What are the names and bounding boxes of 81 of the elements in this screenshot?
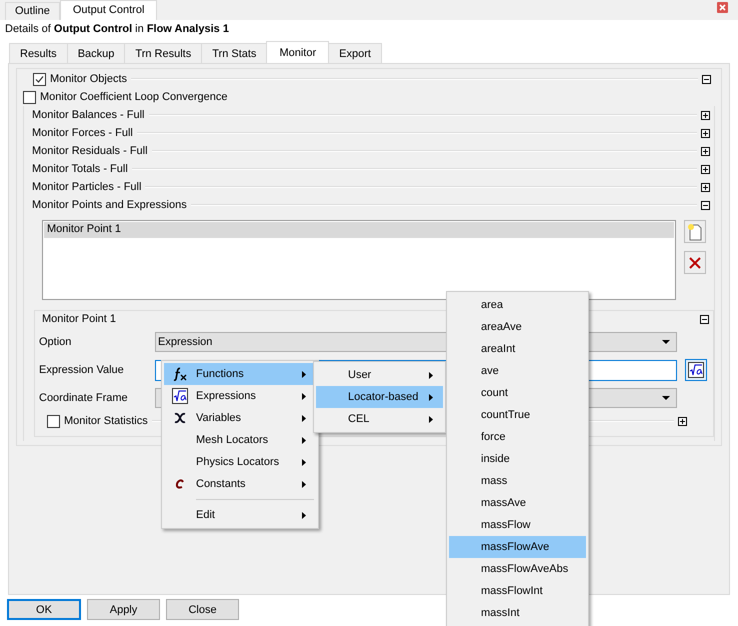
expand-icon[interactable]: [678, 416, 687, 426]
section-title: Monitor Particles - Full: [32, 181, 142, 193]
submenu-arrow-icon: [302, 512, 306, 518]
delete-icon: [688, 256, 702, 270]
menu-item[interactable]: Variables: [164, 407, 316, 429]
section-title: Monitor Balances - Full: [32, 109, 144, 121]
new-item-button[interactable]: [684, 220, 706, 243]
expand-icon[interactable]: [701, 182, 710, 192]
tab[interactable]: Results: [9, 43, 68, 63]
menu-item[interactable]: massFlowAve: [449, 536, 586, 558]
dialog-button[interactable]: Close: [166, 599, 239, 620]
tab[interactable]: Trn Stats: [201, 43, 268, 63]
submenu-arrow-icon: [302, 370, 306, 378]
submenu-arrow-icon: [429, 416, 433, 422]
constant-icon: [175, 479, 185, 489]
expression-icon: [172, 388, 188, 404]
delete-button[interactable]: [684, 251, 706, 274]
checkbox-label: Monitor Objects: [50, 73, 128, 85]
expand-icon[interactable]: [701, 128, 710, 138]
checkbox-label: Monitor Statistics: [64, 415, 148, 427]
expand-icon[interactable]: [701, 146, 710, 156]
collapse-icon[interactable]: [701, 200, 710, 210]
tab[interactable]: Outline: [5, 2, 60, 20]
menu-item[interactable]: ave: [449, 360, 586, 382]
submenu-arrow-icon: [302, 436, 306, 444]
checkbox[interactable]: [47, 414, 60, 428]
submenu-arrow-icon: [302, 458, 306, 466]
dropdown-arrow-icon: [662, 396, 670, 400]
field-label: Coordinate Frame: [39, 392, 129, 404]
collapse-icon[interactable]: [700, 314, 709, 324]
section-title: Monitor Points and Expressions: [32, 199, 187, 211]
tab[interactable]: Backup: [66, 43, 126, 63]
details-title: Details of Output Control in Flow Analysis 1: [4, 22, 230, 37]
tab[interactable]: Trn Results: [124, 43, 202, 63]
menu-item[interactable]: Physics Locators: [164, 451, 316, 473]
expression-editor-button[interactable]: [685, 359, 707, 381]
section-title: Monitor Forces - Full: [32, 127, 133, 139]
list-item[interactable]: Monitor Point 1: [44, 222, 674, 238]
variable-icon: [173, 412, 187, 424]
dialog-button[interactable]: OK: [7, 599, 81, 620]
menu-item[interactable]: massFlow: [449, 514, 586, 536]
dialog-button[interactable]: Apply: [87, 599, 160, 620]
section-title: Monitor Totals - Full: [32, 163, 128, 175]
menu-item[interactable]: Functions: [164, 363, 316, 385]
menu-item[interactable]: Mesh Locators: [164, 429, 316, 451]
menu-item[interactable]: massAve: [449, 492, 586, 514]
section-title: Monitor Residuals - Full: [32, 145, 148, 157]
menu-item[interactable]: massFlowAveAbs: [449, 558, 586, 580]
checkbox-label: Monitor Coefficient Loop Convergence: [40, 91, 228, 103]
field-label: Option: [39, 336, 72, 348]
checkbox[interactable]: [23, 90, 36, 104]
menu-item[interactable]: User: [316, 364, 443, 386]
submenu-arrow-icon: [302, 480, 306, 488]
submenu-arrow-icon: [302, 414, 306, 422]
tab[interactable]: Output Control: [60, 0, 158, 20]
menu-item[interactable]: force: [449, 426, 586, 448]
menu-item[interactable]: mass: [449, 470, 586, 492]
collapse-icon[interactable]: [702, 74, 711, 84]
menu-item[interactable]: area: [449, 294, 586, 316]
menu-item[interactable]: Constants: [164, 473, 316, 495]
menu-item[interactable]: CEL: [316, 408, 443, 430]
menu-item[interactable]: massInt: [449, 602, 586, 624]
submenu-arrow-icon: [302, 392, 306, 400]
checkbox[interactable]: [33, 72, 46, 86]
menu-item[interactable]: inside: [449, 448, 586, 470]
menu-item[interactable]: Expressions: [164, 385, 316, 407]
menu-item[interactable]: massFlowInt: [449, 580, 586, 602]
function-icon: [172, 367, 188, 381]
new-document-icon: [687, 222, 703, 240]
expand-icon[interactable]: [701, 110, 710, 120]
menu-item[interactable]: Locator-based: [316, 386, 443, 408]
menu-item[interactable]: count: [449, 382, 586, 404]
close-icon[interactable]: [717, 2, 728, 13]
dropdown-arrow-icon: [662, 340, 670, 344]
menu-item[interactable]: countTrue: [449, 404, 586, 426]
menu-item[interactable]: Edit: [164, 504, 316, 526]
submenu-arrow-icon: [429, 394, 433, 400]
tab[interactable]: Export: [328, 43, 382, 63]
expand-icon[interactable]: [701, 164, 710, 174]
submenu-arrow-icon: [429, 372, 433, 378]
field-label: Expression Value: [39, 364, 125, 376]
